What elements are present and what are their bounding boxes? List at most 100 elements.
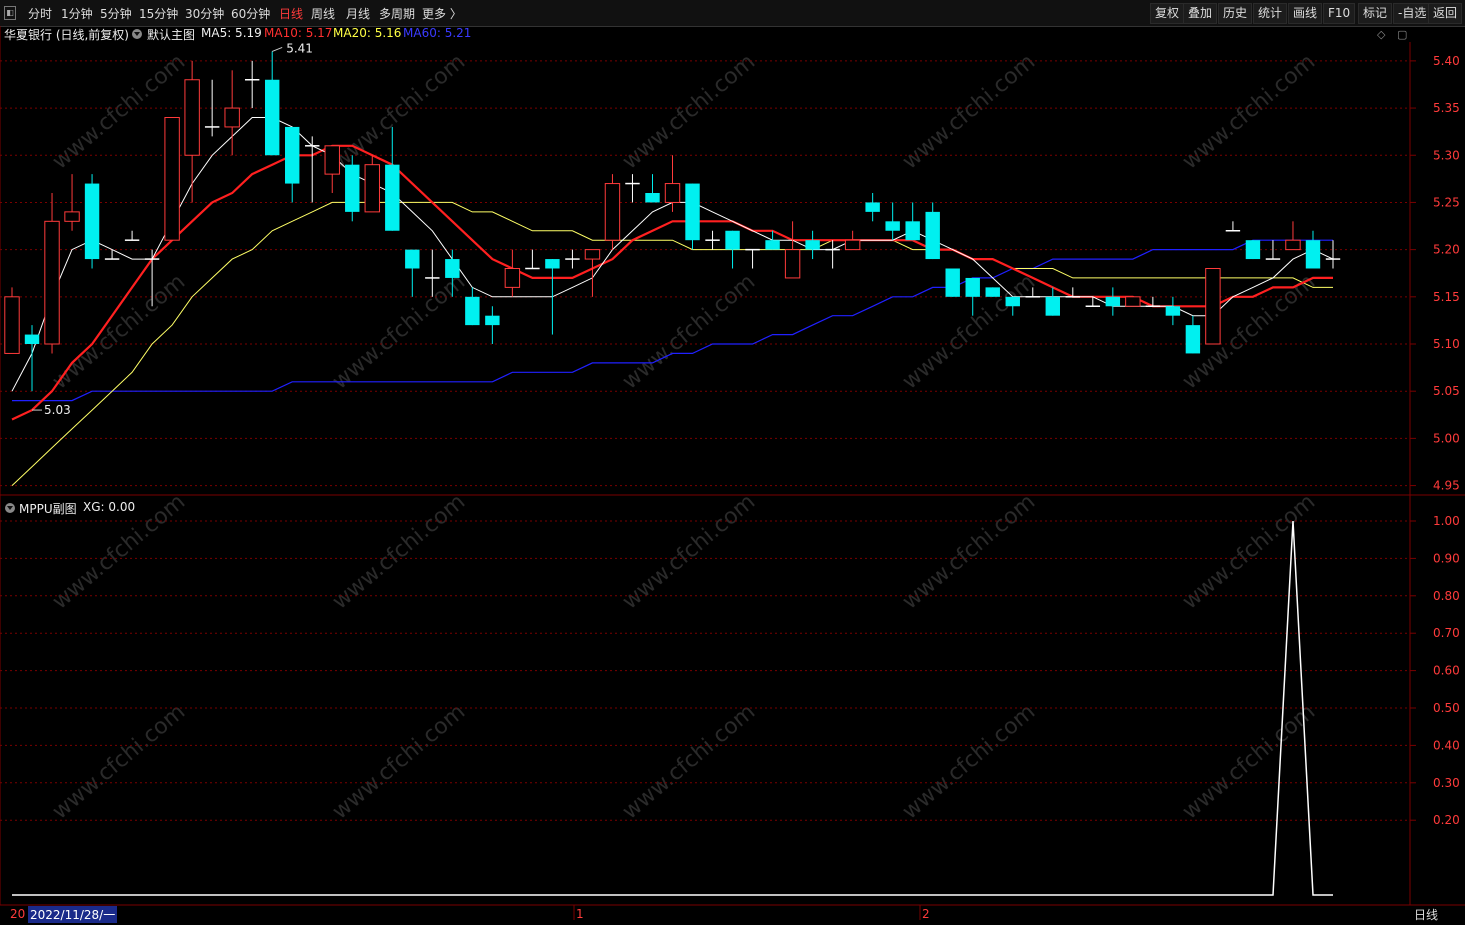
candle-body xyxy=(685,183,700,241)
high-label: 5.41 xyxy=(286,41,313,55)
low-label: 5.03 xyxy=(44,403,71,417)
price-tick-label: 5.00 xyxy=(1433,431,1460,445)
candle-body xyxy=(1165,306,1181,316)
candle-body xyxy=(885,221,900,231)
watermark-text: www.cfchi.com xyxy=(328,49,470,174)
candle-body xyxy=(1045,296,1060,316)
candle-body xyxy=(1005,296,1020,307)
candle-body xyxy=(264,79,280,156)
watermark-text: www.cfchi.com xyxy=(618,49,760,174)
candle-body xyxy=(545,259,560,269)
xg-value: XG: 0.00 xyxy=(83,500,136,514)
candle-body xyxy=(1185,325,1201,354)
candle-body xyxy=(345,164,360,212)
candle-body xyxy=(664,183,681,203)
ma5-value: MA5: 5.19 xyxy=(201,26,262,40)
price-tick-label: 4.95 xyxy=(1433,479,1460,493)
candle-body xyxy=(504,268,521,288)
candle-body xyxy=(865,202,880,212)
sub-tick-label: 0.70 xyxy=(1433,626,1460,640)
watermark-text: www.cfchi.com xyxy=(898,489,1040,614)
sub-tick-label: 0.60 xyxy=(1433,664,1460,678)
candle-body xyxy=(925,211,940,260)
time-axis: 20 2022/11/28/一 1 2 xyxy=(0,905,1465,925)
candle-body xyxy=(465,296,480,326)
watermark-text: www.cfchi.com xyxy=(1178,489,1320,614)
year-prefix: 20 xyxy=(10,907,26,921)
price-tick-label: 5.10 xyxy=(1433,337,1460,351)
candle-body xyxy=(485,315,500,326)
candle-body xyxy=(965,277,980,297)
main-chart-info: 华夏银行 (日线,前复权) 默认主图 MA5: 5.19 MA10: 5.17 … xyxy=(0,26,1400,42)
candle-body xyxy=(584,249,601,260)
candle-body xyxy=(324,145,340,175)
indicator-dropdown-icon[interactable] xyxy=(5,503,15,513)
candle-body xyxy=(1105,296,1121,307)
price-tick-label: 5.20 xyxy=(1433,243,1460,257)
template-label[interactable]: 默认主图 xyxy=(147,26,195,43)
template-dropdown-icon[interactable] xyxy=(132,29,142,39)
month-label-1: 1 xyxy=(576,907,584,921)
candle-body xyxy=(784,249,801,279)
watermark-text: www.cfchi.com xyxy=(48,699,190,824)
price-tick-label: 5.25 xyxy=(1433,195,1460,209)
sub-tick-label: 0.50 xyxy=(1433,701,1460,715)
candle-body xyxy=(905,221,920,241)
watermark-text: www.cfchi.com xyxy=(48,269,190,394)
candle-body xyxy=(844,239,861,251)
watermark-text: www.cfchi.com xyxy=(898,699,1040,824)
candle-body xyxy=(805,240,820,250)
watermark-text: www.cfchi.com xyxy=(898,49,1040,174)
candle-body xyxy=(985,287,1000,297)
price-tick-label: 5.05 xyxy=(1433,384,1460,398)
candle-body xyxy=(184,79,200,156)
ma60-line xyxy=(12,239,1333,402)
candle-body xyxy=(445,259,460,278)
candle-body xyxy=(224,107,240,128)
ma20-value: MA20: 5.16 xyxy=(333,26,402,40)
sub-tick-label: 0.40 xyxy=(1433,738,1460,752)
period-indicator[interactable]: 日线 xyxy=(1414,906,1438,923)
candle-body xyxy=(1305,240,1321,269)
watermark-text: www.cfchi.com xyxy=(618,269,760,394)
ma60-value: MA60: 5.21 xyxy=(403,26,472,40)
candle-body xyxy=(24,334,40,344)
stock-title[interactable]: 华夏银行 (日线,前复权) xyxy=(4,26,129,43)
candle-body xyxy=(44,220,60,345)
watermark-text: www.cfchi.com xyxy=(1178,49,1320,174)
candle-body xyxy=(604,183,621,241)
candle-body xyxy=(84,183,100,260)
month-label-2: 2 xyxy=(922,907,930,921)
candle-body xyxy=(725,230,740,250)
watermark-text: www.cfchi.com xyxy=(328,269,470,394)
sub-tick-label: 0.30 xyxy=(1433,776,1460,790)
sub-tick-label: 0.90 xyxy=(1433,551,1460,565)
candle-body xyxy=(645,193,660,203)
candle-body xyxy=(4,296,20,354)
price-tick-label: 5.40 xyxy=(1433,54,1460,68)
cursor-date: 2022/11/28/一 xyxy=(28,906,118,923)
candle-body xyxy=(64,211,80,222)
diamond-icon[interactable]: ◇ xyxy=(1377,28,1385,41)
sub-tick-label: 0.80 xyxy=(1433,589,1460,603)
candle-body xyxy=(285,126,300,184)
watermark-text: www.cfchi.com xyxy=(1178,699,1320,824)
candle-body xyxy=(1285,239,1301,251)
candle-body xyxy=(405,249,420,269)
indicator-name[interactable]: MPPU副图 xyxy=(19,500,77,517)
candle-body xyxy=(1205,268,1221,345)
candle-body xyxy=(1245,240,1261,260)
candle-body xyxy=(765,240,780,250)
window-icon[interactable]: ▢ xyxy=(1397,28,1407,41)
chart-canvas: www.cfchi.com www.cfchi.com www.cfchi.com w… xyxy=(0,26,1465,920)
watermark-text: www.cfchi.com xyxy=(618,489,760,614)
candle-body xyxy=(1125,296,1141,307)
candle-body xyxy=(164,117,180,241)
candle-body xyxy=(945,268,960,297)
watermark-text: www.cfchi.com xyxy=(328,489,470,614)
price-tick-label: 5.35 xyxy=(1433,101,1460,115)
candle-body xyxy=(364,164,380,213)
watermark-text: www.cfchi.com xyxy=(328,699,470,824)
price-tick-label: 5.30 xyxy=(1433,148,1460,162)
watermark-text: www.cfchi.com xyxy=(618,699,760,824)
